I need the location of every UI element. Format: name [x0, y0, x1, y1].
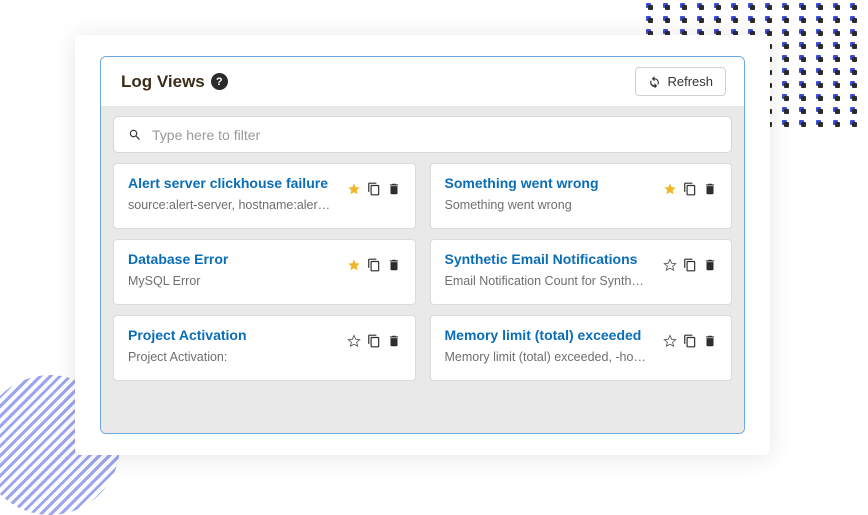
card-desc: Project Activation: — [128, 350, 339, 365]
card-text: Memory limit (total) exceeded Memory lim… — [445, 327, 656, 365]
refresh-icon — [648, 75, 661, 88]
help-icon[interactable]: ? — [211, 73, 228, 90]
log-views-panel: Log Views ? Refresh Alert server clickho… — [100, 56, 745, 434]
log-view-card[interactable]: Alert server clickhouse failure source:a… — [113, 163, 416, 229]
star-filled-icon[interactable] — [347, 182, 361, 196]
card-text: Database Error MySQL Error — [128, 251, 339, 289]
refresh-label: Refresh — [667, 74, 713, 89]
card-text: Alert server clickhouse failure source:a… — [128, 175, 339, 213]
card-title[interactable]: Project Activation — [128, 327, 339, 345]
card-title[interactable]: Memory limit (total) exceeded — [445, 327, 656, 345]
card-actions — [347, 251, 401, 272]
card-title[interactable]: Alert server clickhouse failure — [128, 175, 339, 193]
search-icon — [128, 128, 142, 142]
copy-icon[interactable] — [683, 258, 697, 272]
copy-icon[interactable] — [367, 334, 381, 348]
log-view-card[interactable]: Something went wrong Something went wron… — [430, 163, 733, 229]
card-desc: source:alert-server, hostname:aler… — [128, 198, 339, 213]
card-text: Project Activation Project Activation: — [128, 327, 339, 365]
trash-icon[interactable] — [703, 182, 717, 196]
filter-box[interactable] — [113, 116, 732, 153]
log-view-card[interactable]: Project Activation Project Activation: — [113, 315, 416, 381]
copy-icon[interactable] — [683, 182, 697, 196]
card-desc: Email Notification Count for Synth… — [445, 274, 656, 289]
outer-card: Log Views ? Refresh Alert server clickho… — [75, 35, 770, 455]
card-title[interactable]: Synthetic Email Notifications — [445, 251, 656, 269]
filter-input[interactable] — [152, 127, 717, 143]
card-actions — [663, 251, 717, 272]
star-empty-icon[interactable] — [347, 334, 361, 348]
copy-icon[interactable] — [683, 334, 697, 348]
log-view-card[interactable]: Database Error MySQL Error — [113, 239, 416, 305]
cards-grid: Alert server clickhouse failure source:a… — [113, 163, 732, 381]
trash-icon[interactable] — [387, 334, 401, 348]
trash-icon[interactable] — [387, 258, 401, 272]
card-actions — [347, 175, 401, 196]
card-desc: Something went wrong — [445, 198, 656, 213]
star-filled-icon[interactable] — [663, 182, 677, 196]
star-empty-icon[interactable] — [663, 334, 677, 348]
panel-body: Alert server clickhouse failure source:a… — [101, 106, 744, 433]
card-text: Synthetic Email Notifications Email Noti… — [445, 251, 656, 289]
trash-icon[interactable] — [387, 182, 401, 196]
card-desc: Memory limit (total) exceeded, -ho… — [445, 350, 656, 365]
copy-icon[interactable] — [367, 258, 381, 272]
card-title[interactable]: Database Error — [128, 251, 339, 269]
trash-icon[interactable] — [703, 258, 717, 272]
star-filled-icon[interactable] — [347, 258, 361, 272]
card-title[interactable]: Something went wrong — [445, 175, 656, 193]
panel-header: Log Views ? Refresh — [101, 57, 744, 106]
card-actions — [663, 327, 717, 348]
log-view-card[interactable]: Memory limit (total) exceeded Memory lim… — [430, 315, 733, 381]
card-desc: MySQL Error — [128, 274, 339, 289]
panel-title-wrap: Log Views ? — [121, 72, 228, 92]
refresh-button[interactable]: Refresh — [635, 67, 726, 96]
trash-icon[interactable] — [703, 334, 717, 348]
star-empty-icon[interactable] — [663, 258, 677, 272]
card-actions — [663, 175, 717, 196]
log-view-card[interactable]: Synthetic Email Notifications Email Noti… — [430, 239, 733, 305]
page-title: Log Views — [121, 72, 205, 92]
card-text: Something went wrong Something went wron… — [445, 175, 656, 213]
copy-icon[interactable] — [367, 182, 381, 196]
card-actions — [347, 327, 401, 348]
